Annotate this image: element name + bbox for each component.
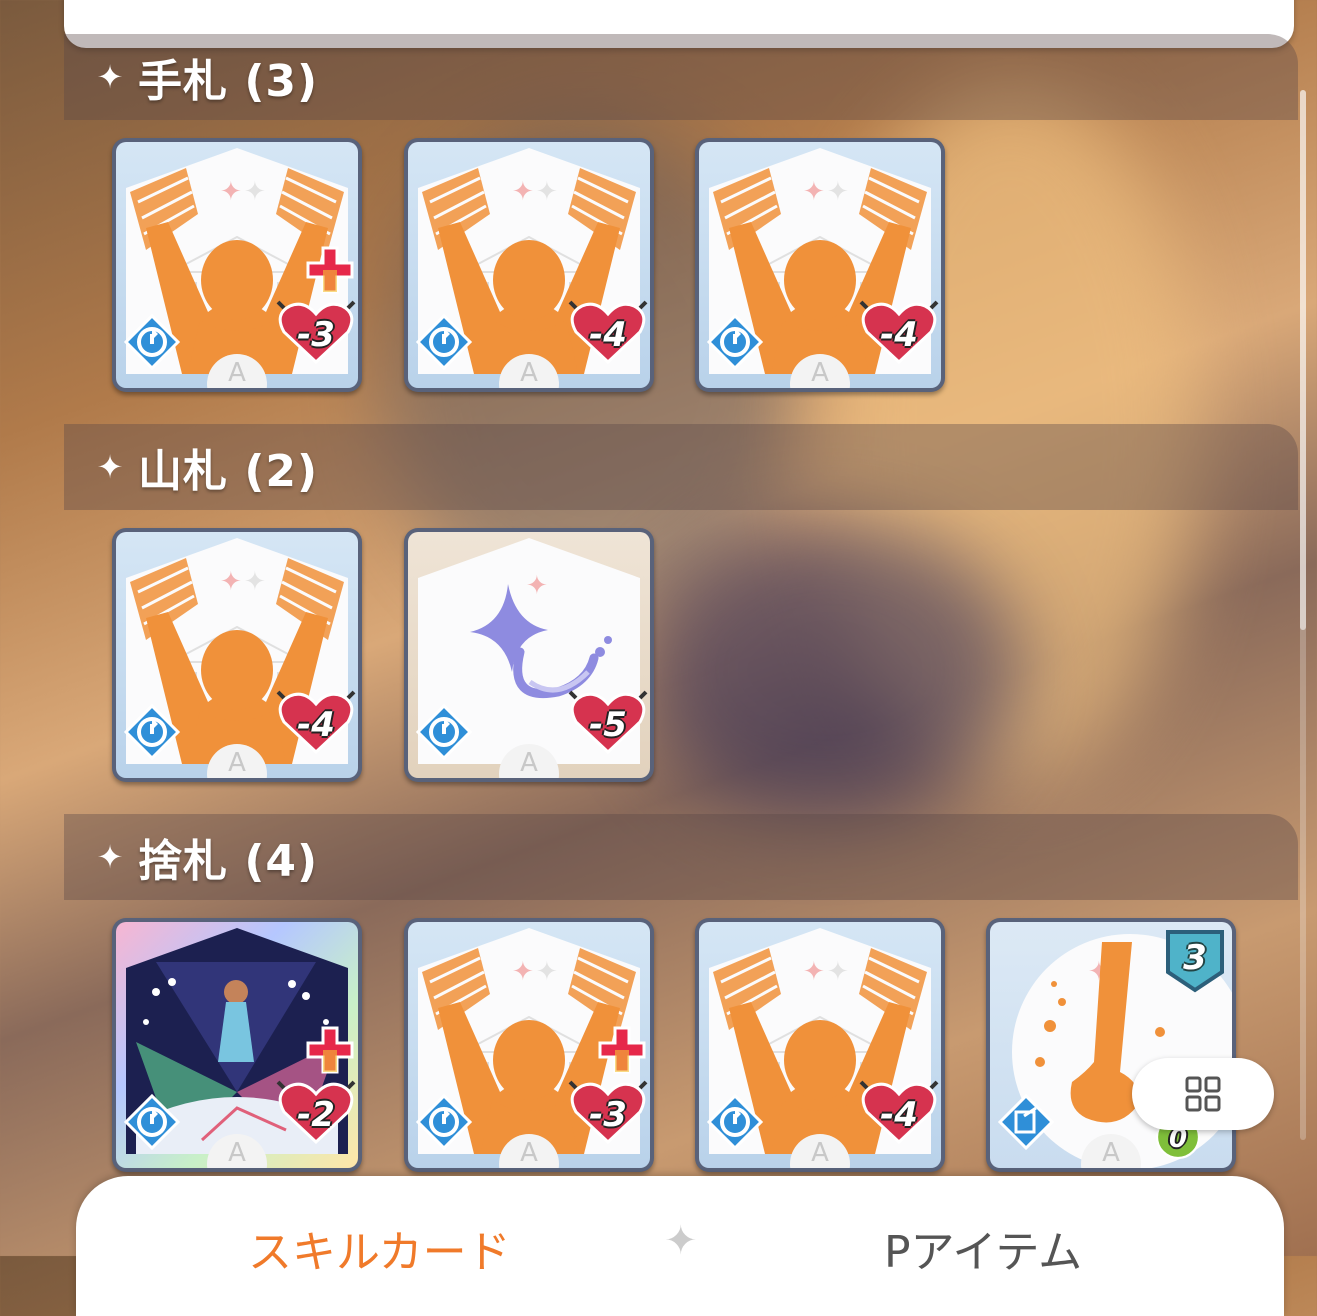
- scrollbar[interactable]: [1300, 90, 1306, 1140]
- grid-view-button[interactable]: [1132, 1058, 1274, 1130]
- cost-badge: -2: [276, 1080, 356, 1146]
- sparkle-icon: ✦: [96, 58, 124, 96]
- section-title: 捨札 (4): [138, 836, 319, 887]
- plus-icon: [306, 1026, 354, 1074]
- level-badge: 3: [1164, 928, 1226, 994]
- cost-badge: -4: [859, 1080, 939, 1146]
- active-type-icon: [416, 704, 472, 760]
- tab-skill-cards[interactable]: スキルカード: [248, 1216, 511, 1280]
- plus-icon: [306, 246, 354, 294]
- active-type-icon: [416, 314, 472, 370]
- active-type-icon: [707, 314, 763, 370]
- skill-card[interactable]: A -3: [404, 918, 654, 1172]
- background-blur: [640, 520, 1020, 820]
- svg-text:✦: ✦: [526, 571, 548, 601]
- section-title: 山札 (2): [138, 446, 319, 497]
- plus-icon: [598, 1026, 646, 1074]
- sparkle-icon: ✦: [664, 1218, 698, 1264]
- cost-badge: -4: [859, 300, 939, 366]
- bottom-tab-bar: スキルカード ✦ Pアイテム: [76, 1176, 1284, 1316]
- scrollbar-thumb[interactable]: [1300, 90, 1306, 630]
- cost-badge: -4: [568, 300, 648, 366]
- skill-card[interactable]: A -4: [112, 528, 362, 782]
- active-type-icon: [124, 314, 180, 370]
- skill-card[interactable]: A -4: [695, 918, 945, 1172]
- tab-p-items[interactable]: Pアイテム: [884, 1216, 1082, 1280]
- skill-card[interactable]: A -3: [112, 138, 362, 392]
- mental-type-icon: [998, 1094, 1054, 1150]
- cost-badge: -5: [568, 690, 648, 756]
- skill-card[interactable]: ✦ A -5: [404, 528, 654, 782]
- sparkle-icon: ✦: [96, 448, 124, 486]
- active-type-icon: [416, 1094, 472, 1150]
- section-title: 手札 (3): [138, 56, 319, 107]
- section-header-discard: ✦ 捨札 (4): [64, 814, 1298, 900]
- section-header-hand: ✦ 手札 (3): [64, 34, 1298, 120]
- cost-badge: -4: [276, 690, 356, 756]
- skill-card[interactable]: A -4: [404, 138, 654, 392]
- skill-card[interactable]: A -4: [695, 138, 945, 392]
- active-type-icon: [124, 704, 180, 760]
- skill-card[interactable]: ✦ 3 A 0: [986, 918, 1236, 1172]
- grid-icon: [1185, 1076, 1221, 1112]
- section-header-deck: ✦ 山札 (2): [64, 424, 1298, 510]
- active-type-icon: [707, 1094, 763, 1150]
- skill-card[interactable]: A -2: [112, 918, 362, 1172]
- cost-badge: -3: [276, 300, 356, 366]
- active-type-icon: [124, 1094, 180, 1150]
- cost-badge: -3: [568, 1080, 648, 1146]
- sparkle-icon: ✦: [96, 838, 124, 876]
